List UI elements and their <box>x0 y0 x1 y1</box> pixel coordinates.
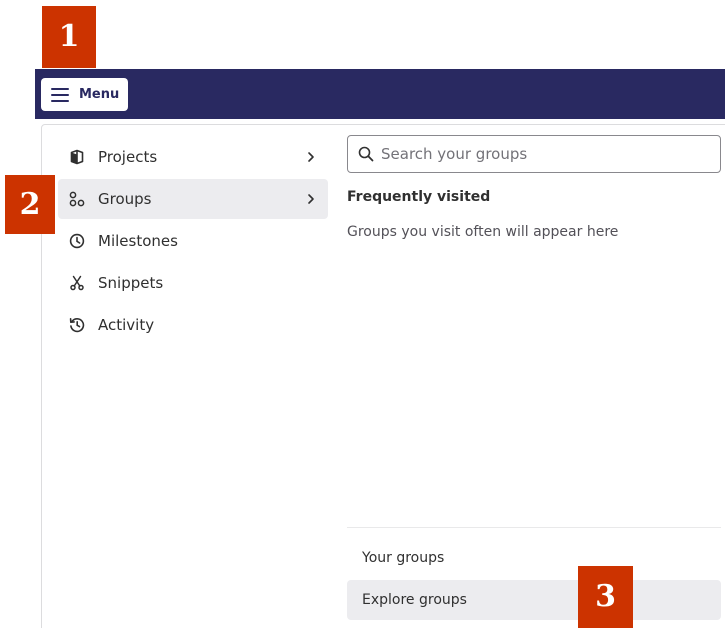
groups-footer-links: Your groups Explore groups <box>347 527 721 622</box>
nav-item-activity[interactable]: Activity <box>58 305 328 345</box>
group-icon <box>68 190 86 208</box>
search-icon <box>358 146 374 162</box>
chevron-right-icon <box>306 151 316 163</box>
clock-icon <box>68 232 86 250</box>
nav-item-milestones[interactable]: Milestones <box>58 221 328 261</box>
frequently-visited-empty-text: Groups you visit often will appear here <box>347 224 619 240</box>
nav-item-groups[interactable]: Groups <box>58 179 328 219</box>
nav-item-label: Snippets <box>98 274 164 292</box>
frequently-visited-title: Frequently visited <box>347 189 491 205</box>
nav-item-label: Projects <box>98 148 158 166</box>
group-search-input[interactable] <box>381 145 720 163</box>
nav-item-snippets[interactable]: Snippets <box>58 263 328 303</box>
group-search-box[interactable] <box>347 135 721 173</box>
menu-dropdown: Projects Groups Milestones Snippets Acti… <box>41 124 725 628</box>
nav-item-label: Activity <box>98 316 155 334</box>
history-icon <box>68 316 86 334</box>
hamburger-icon <box>51 87 69 102</box>
step-marker-1: 1 <box>42 6 96 68</box>
your-groups-link[interactable]: Your groups <box>347 538 721 578</box>
explore-groups-link[interactable]: Explore groups <box>347 580 721 620</box>
nav-item-projects[interactable]: Projects <box>58 137 328 177</box>
project-icon <box>68 148 86 166</box>
menu-left-nav: Projects Groups Milestones Snippets Acti… <box>58 137 328 347</box>
screenshot-stage: 1 2 3 Menu Projects Groups Milestones Sn… <box>0 0 725 628</box>
nav-item-label: Milestones <box>98 232 178 250</box>
menu-button-label: Menu <box>79 87 120 102</box>
step-marker-3: 3 <box>578 566 633 628</box>
chevron-right-icon <box>306 193 316 205</box>
step-marker-2: 2 <box>5 175 55 234</box>
scissors-icon <box>68 274 86 292</box>
groups-panel: Frequently visited Groups you visit ofte… <box>347 135 721 628</box>
menu-button[interactable]: Menu <box>41 78 128 111</box>
top-navigation-bar: Menu <box>35 69 725 119</box>
nav-item-label: Groups <box>98 190 152 208</box>
